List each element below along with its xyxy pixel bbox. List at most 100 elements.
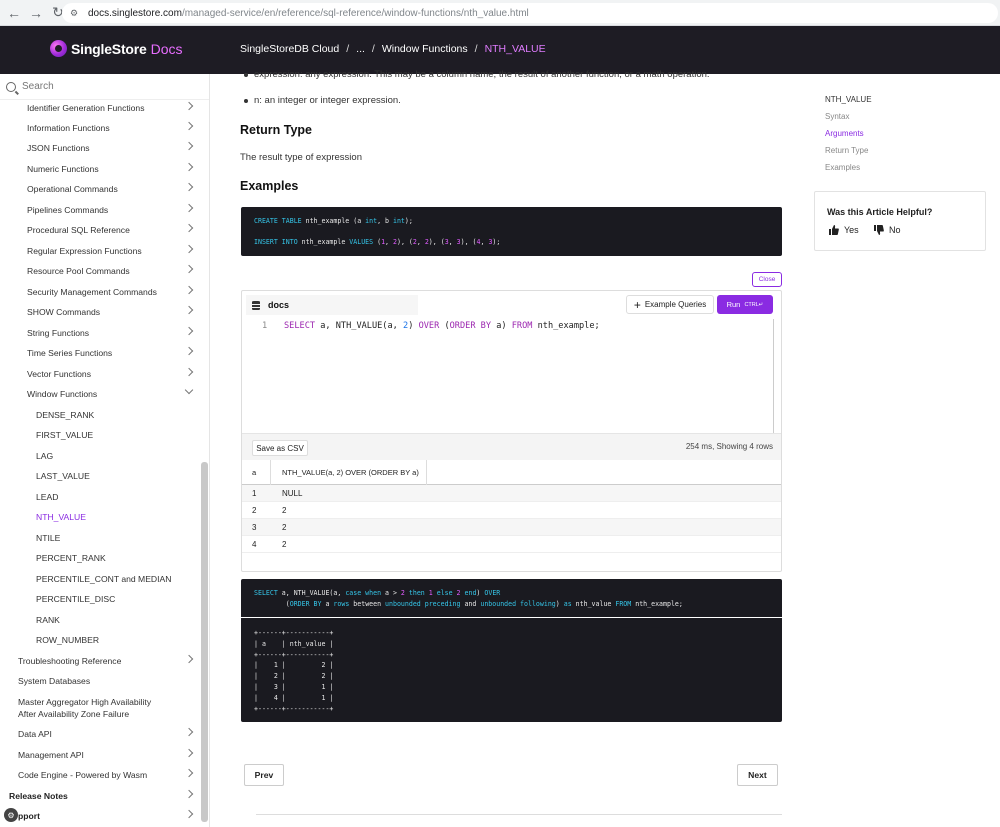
sidebar-item[interactable]: SHOW Commands — [27, 302, 209, 322]
thumbs-down-icon — [874, 225, 884, 235]
chevron-right-icon[interactable] — [184, 101, 194, 111]
sidebar-subitem[interactable]: LEAD — [36, 487, 209, 507]
toc-item[interactable]: Return Type — [825, 146, 868, 155]
sidebar-subitem[interactable]: PERCENT_RANK — [36, 548, 209, 568]
argument-n: n: an integer or integer expression. — [244, 95, 401, 106]
chevron-right-icon[interactable] — [184, 121, 194, 131]
code-text: ); — [492, 238, 501, 246]
editor-toolbar: docs + Example Queries Run CTRL↵ — [242, 291, 781, 319]
sidebar-search[interactable] — [0, 74, 209, 100]
chevron-right-icon[interactable] — [184, 789, 194, 799]
code-keyword: case when — [345, 589, 382, 597]
chevron-right-icon[interactable] — [184, 727, 194, 737]
chevron-right-icon[interactable] — [184, 162, 194, 172]
example-queries-button[interactable]: + Example Queries — [626, 295, 714, 314]
sidebar-subitem[interactable]: PERCENTILE_CONT and MEDIAN — [36, 569, 209, 589]
sidebar-subitem[interactable]: LAST_VALUE — [36, 466, 209, 486]
sidebar-item[interactable]: Information Functions — [27, 118, 209, 138]
table-cell: 1 — [252, 489, 257, 498]
chevron-right-icon[interactable] — [184, 223, 194, 233]
sidebar-item[interactable]: System Databases — [18, 671, 209, 691]
sidebar-item[interactable]: Time Series Functions — [27, 343, 209, 363]
sidebar-item[interactable]: Pipelines Commands — [27, 200, 209, 220]
breadcrumb-item[interactable]: Window Functions — [382, 43, 468, 55]
sidebar-item[interactable]: Code Engine - Powered by Wasm — [18, 765, 209, 785]
save-csv-button[interactable]: Save as CSV — [252, 440, 308, 456]
prev-button[interactable]: Prev — [244, 764, 284, 786]
toc-item[interactable]: NTH_VALUE — [825, 95, 872, 104]
column-header[interactable]: NTH_VALUE(a, 2) OVER (ORDER BY a) — [282, 468, 419, 477]
back-icon[interactable]: ← — [6, 5, 22, 21]
chevron-right-icon[interactable] — [184, 244, 194, 254]
chevron-right-icon[interactable] — [184, 264, 194, 274]
sidebar-item-support[interactable]: pport — [18, 806, 209, 826]
sidebar-item[interactable]: String Functions — [27, 323, 209, 343]
sidebar-item[interactable]: Vector Functions — [27, 364, 209, 384]
database-selector[interactable]: docs — [246, 295, 418, 315]
query-text[interactable]: SELECT a, NTH_VALUE(a, 2) OVER (ORDER BY… — [284, 321, 600, 331]
chevron-right-icon[interactable] — [184, 305, 194, 315]
sidebar-item[interactable]: Numeric Functions — [27, 159, 209, 179]
chevron-right-icon[interactable] — [184, 768, 194, 778]
chevron-right-icon[interactable] — [184, 346, 194, 356]
sidebar-item[interactable]: Security Management Commands — [27, 282, 209, 302]
support-gear-icon[interactable]: ⚙ — [4, 808, 18, 822]
chevron-down-icon[interactable] — [184, 385, 194, 395]
sidebar-item-continuation[interactable]: After Availability Zone Failure — [18, 704, 209, 724]
close-button[interactable]: Close — [752, 272, 782, 287]
url-path: /managed-service/en/reference/sql-refere… — [181, 7, 529, 19]
chevron-right-icon[interactable] — [184, 182, 194, 192]
sidebar-item[interactable]: Troubleshooting Reference — [18, 651, 209, 671]
chevron-right-icon[interactable] — [184, 654, 194, 664]
no-button[interactable]: No — [874, 225, 901, 235]
chevron-right-icon[interactable] — [184, 367, 194, 377]
sidebar-subitem-active[interactable]: NTH_VALUE — [36, 507, 209, 527]
editor-scrollbar[interactable] — [773, 319, 774, 433]
code-keyword: int — [365, 217, 378, 225]
toc-item[interactable]: Syntax — [825, 112, 849, 121]
sidebar-item[interactable]: Operational Commands — [27, 179, 209, 199]
chevron-right-icon[interactable] — [184, 141, 194, 151]
sidebar-item[interactable]: Data API — [18, 724, 209, 744]
sidebar-item[interactable]: Regular Expression Functions — [27, 241, 209, 261]
table-cell: 4 — [252, 540, 257, 549]
sidebar-item-release-notes[interactable]: Release Notes — [9, 786, 209, 806]
toc-item[interactable]: Examples — [825, 163, 860, 172]
next-button[interactable]: Next — [737, 764, 778, 786]
sidebar-subitem[interactable]: RANK — [36, 610, 209, 630]
chevron-right-icon[interactable] — [184, 748, 194, 758]
forward-icon[interactable]: → — [28, 5, 44, 21]
chevron-right-icon[interactable] — [184, 285, 194, 295]
breadcrumb-separator: / — [346, 43, 350, 55]
run-button[interactable]: Run CTRL↵ — [717, 295, 773, 314]
chevron-right-icon[interactable] — [184, 326, 194, 336]
sidebar-scrollbar[interactable] — [201, 462, 208, 822]
examples-heading: Examples — [240, 179, 299, 193]
column-header[interactable]: a — [252, 468, 256, 477]
address-bar[interactable]: ⚙ docs.singlestore.com/managed-service/e… — [62, 3, 998, 23]
sidebar-subitem[interactable]: FIRST_VALUE — [36, 425, 209, 445]
sidebar-item[interactable]: Procedural SQL Reference — [27, 220, 209, 240]
chevron-right-icon[interactable] — [184, 809, 194, 819]
sidebar-subitem[interactable]: DENSE_RANK — [36, 405, 209, 425]
breadcrumb-item[interactable]: ... — [356, 43, 365, 55]
site-info-icon[interactable]: ⚙ — [70, 8, 80, 18]
sidebar-item[interactable]: Management API — [18, 745, 209, 765]
sidebar-item[interactable]: JSON Functions — [27, 138, 209, 158]
search-input[interactable] — [22, 81, 172, 92]
breadcrumb-item[interactable]: SingleStoreDB Cloud — [240, 43, 339, 55]
sidebar-subitem[interactable]: ROW_NUMBER — [36, 630, 209, 650]
toc-item-active[interactable]: Arguments — [825, 129, 864, 138]
sidebar-item-label: LEAD — [36, 492, 59, 502]
yes-button[interactable]: Yes — [829, 225, 859, 235]
editor-code-line[interactable]: 1 SELECT a, NTH_VALUE(a, 2) OVER (ORDER … — [262, 321, 600, 331]
sidebar-item-window-functions[interactable]: Window Functions — [27, 384, 209, 404]
sidebar-item[interactable]: Identifier Generation Functions — [27, 98, 209, 118]
sidebar-item[interactable]: Resource Pool Commands — [27, 261, 209, 281]
chevron-right-icon[interactable] — [184, 203, 194, 213]
logo[interactable]: SingleStore Docs — [50, 40, 183, 57]
sidebar-subitem[interactable]: NTILE — [36, 528, 209, 548]
sidebar-subitem[interactable]: LAG — [36, 446, 209, 466]
sidebar-subitem[interactable]: PERCENTILE_DISC — [36, 589, 209, 609]
code-keyword: rows — [333, 600, 350, 608]
